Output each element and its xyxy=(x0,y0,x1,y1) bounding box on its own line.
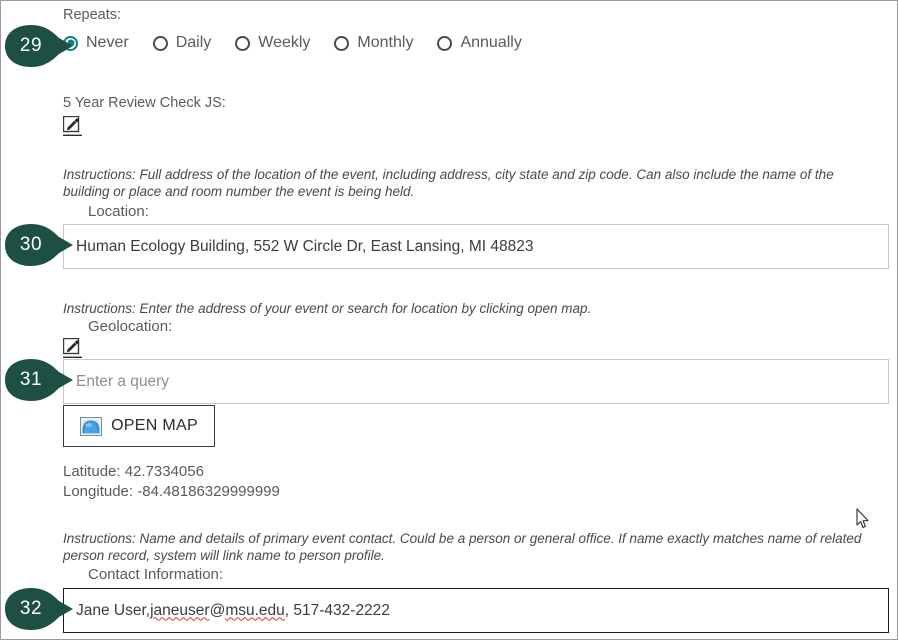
contact-field-label: Contact Information: xyxy=(88,566,224,583)
radio-label-weekly: Weekly xyxy=(258,34,311,51)
radio-circle-icon[interactable] xyxy=(437,35,453,51)
badge-number: 29 xyxy=(19,35,43,56)
radio-option-monthly[interactable]: Monthly xyxy=(334,34,413,52)
latitude-text: Latitude: 42.7334056 xyxy=(63,463,204,480)
contact-value-username: janeuser xyxy=(150,601,210,619)
badge-number: 30 xyxy=(19,234,43,255)
location-input-value: Human Ecology Building, 552 W Circle Dr,… xyxy=(76,237,534,255)
radio-label-monthly: Monthly xyxy=(357,34,414,51)
location-input[interactable]: Human Ecology Building, 552 W Circle Dr,… xyxy=(63,224,889,269)
radio-option-weekly[interactable]: Weekly xyxy=(235,34,310,52)
repeats-label: Repeats: xyxy=(63,7,122,23)
edit-pencil-icon[interactable] xyxy=(63,338,82,359)
location-field-label: Location: xyxy=(88,203,149,220)
radio-option-annually[interactable]: Annually xyxy=(437,34,522,52)
contact-instructions: Instructions: Name and details of primar… xyxy=(63,531,862,563)
contact-value-before: Jane User, xyxy=(76,601,151,619)
location-instructions: Instructions: Full address of the locati… xyxy=(63,167,834,199)
event-form-page: Repeats: 29 Never Daily Weekly Monthly A… xyxy=(0,0,898,640)
repeats-radio-group[interactable]: Never Daily Weekly Monthly Annually xyxy=(63,34,546,52)
edit-pencil-icon[interactable] xyxy=(63,116,82,137)
contact-value-after: , 517-432-2222 xyxy=(284,601,390,619)
coordinates-readout: Latitude: 42.7334056 Longitude: -84.4818… xyxy=(63,462,280,502)
radio-label-daily: Daily xyxy=(175,34,212,51)
contact-information-input[interactable]: Jane User, janeuser @ msu.edu, 517-432-222… xyxy=(63,588,889,633)
radio-circle-icon[interactable] xyxy=(152,35,168,51)
radio-circle-icon[interactable] xyxy=(235,35,251,51)
badge-number: 31 xyxy=(19,369,43,390)
longitude-text: Longitude: -84.48186329999999 xyxy=(63,483,280,500)
open-map-button-label: OPEN MAP xyxy=(111,417,198,434)
map-image-icon xyxy=(80,416,103,436)
radio-label-annually: Annually xyxy=(460,34,522,51)
mouse-cursor-icon xyxy=(856,508,870,530)
contact-value-domain: msu.edu xyxy=(225,601,285,619)
open-map-button[interactable]: OPEN MAP xyxy=(63,405,215,447)
geolocation-field-label: Geolocation: xyxy=(88,318,173,335)
radio-circle-icon[interactable] xyxy=(334,35,350,51)
radio-circle-icon[interactable] xyxy=(63,35,78,51)
badge-number: 32 xyxy=(19,598,43,619)
radio-option-daily[interactable]: Daily xyxy=(152,34,212,52)
radio-option-never[interactable]: Never xyxy=(63,34,129,52)
contact-value-at: @ xyxy=(209,601,226,619)
geolocation-instructions: Instructions: Enter the address of your … xyxy=(63,301,592,316)
radio-label-never: Never xyxy=(86,34,129,51)
review-check-label: 5 Year Review Check JS: xyxy=(63,95,226,111)
geolocation-query-placeholder: Enter a query xyxy=(76,372,170,390)
geolocation-query-input[interactable]: Enter a query xyxy=(63,359,889,404)
